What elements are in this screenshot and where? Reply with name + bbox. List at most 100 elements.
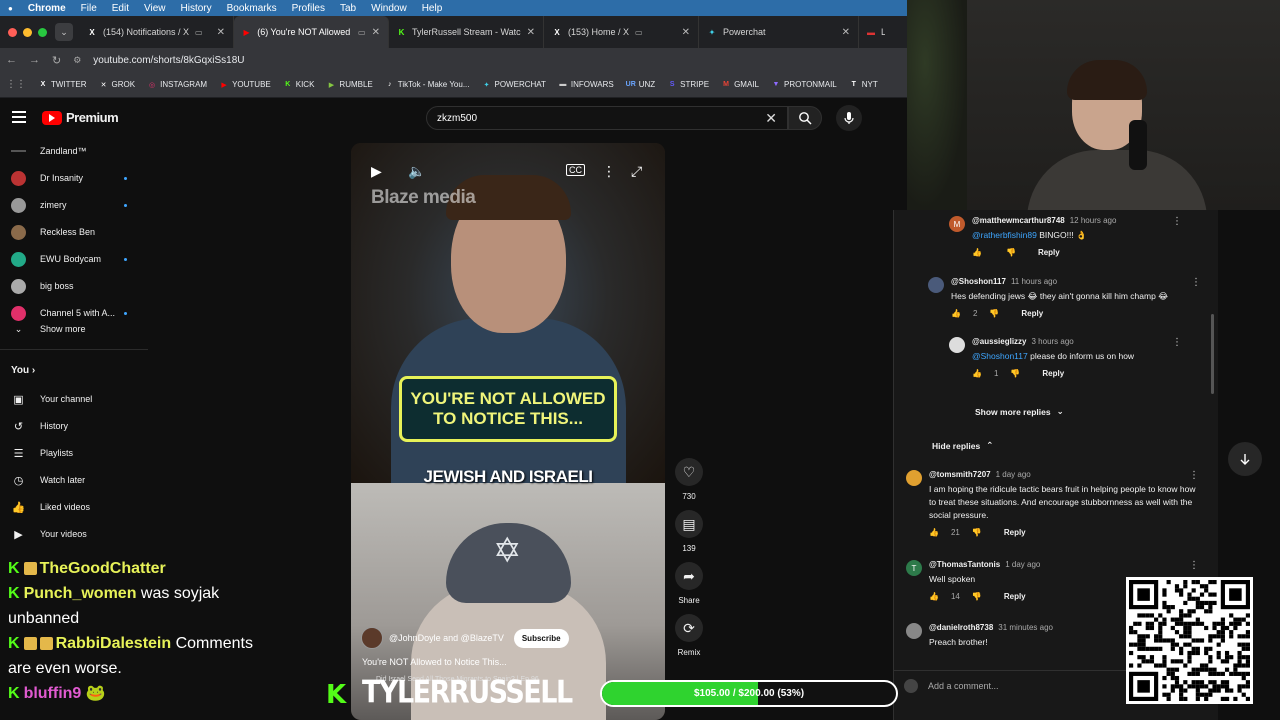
clear-search-icon[interactable]: ✕ xyxy=(765,110,777,127)
like-icon[interactable]: 👍 xyxy=(929,528,939,537)
tab-notifications-x[interactable]: X (154) Notifications / X ▭ ✕ xyxy=(79,16,234,48)
sidebar-item-watch-later[interactable]: ◷ Watch later xyxy=(0,467,148,493)
sidebar-item-playlists[interactable]: ☰ Playlists xyxy=(0,440,148,466)
comment-time[interactable]: 3 hours ago xyxy=(1032,337,1074,346)
bookmark-instagram[interactable]: ◎ INSTAGRAM xyxy=(147,80,207,90)
reply-button[interactable]: Reply xyxy=(1004,592,1026,601)
menu-edit[interactable]: Edit xyxy=(112,3,129,14)
close-window-button[interactable] xyxy=(8,27,17,37)
comment-time[interactable]: 1 day ago xyxy=(1005,560,1040,569)
sidebar-item-your-channel[interactable]: ▣ Your channel xyxy=(0,386,148,412)
captions-icon[interactable]: CC xyxy=(566,164,585,176)
chat-username[interactable]: Punch_women xyxy=(24,585,137,602)
subscribe-button[interactable]: Subscribe xyxy=(513,628,569,648)
sidebar-subscription-5[interactable]: EWU Bodycam xyxy=(0,246,148,272)
close-tab-icon[interactable]: ✕ xyxy=(217,27,225,38)
sidebar-item-history[interactable]: ↺ History xyxy=(0,413,148,439)
dislike-icon[interactable]: 👎 xyxy=(1010,369,1020,378)
sidebar-you-header[interactable]: You › xyxy=(11,365,35,376)
channel-names[interactable]: @JohnDoyle and @BlazeTV xyxy=(389,633,504,643)
shorts-player[interactable]: Blaze media ▶ 🔈 CC ⋮ ⤢ YOU'RE NOT ALLOWE… xyxy=(351,143,665,720)
sidebar-item-your-videos[interactable]: ▶ Your videos xyxy=(0,521,148,547)
sidebar-subscription-2[interactable]: Dr Insanity xyxy=(0,165,148,191)
scroll-down-button[interactable] xyxy=(1228,442,1262,476)
channel-avatar[interactable] xyxy=(361,627,383,649)
chat-username[interactable]: TheGoodChatter xyxy=(40,560,166,577)
menu-view[interactable]: View xyxy=(144,3,166,14)
comment-menu-icon[interactable]: ⋮ xyxy=(1172,337,1182,348)
comment-menu-icon[interactable]: ⋮ xyxy=(1191,277,1201,288)
menu-file[interactable]: File xyxy=(81,3,97,14)
tab-powerchat[interactable]: ✦ Powerchat ✕ xyxy=(699,16,859,48)
action-heart[interactable]: ♡ 730 xyxy=(675,458,703,501)
minimize-window-button[interactable] xyxy=(23,27,32,37)
comment-menu-icon[interactable]: ⋮ xyxy=(1189,560,1199,571)
bookmark-kick[interactable]: K KICK xyxy=(283,80,314,90)
action-remix[interactable]: ⟳ Remix xyxy=(675,614,703,657)
action-comment[interactable]: ▤ 139 xyxy=(675,510,703,553)
play-icon[interactable]: ▶ xyxy=(371,163,382,180)
menu-history[interactable]: History xyxy=(181,3,212,14)
show-more-replies-button[interactable]: Show more replies ⌄ xyxy=(975,406,1064,417)
bookmark-nyt[interactable]: T NYT xyxy=(849,80,878,90)
bookmark-rumble[interactable]: ▶ RUMBLE xyxy=(326,80,373,90)
sidebar-subscription-6[interactable]: big boss xyxy=(0,273,148,299)
tab-home-x[interactable]: X (153) Home / X ▭ ✕ xyxy=(544,16,699,48)
commenter-avatar[interactable] xyxy=(906,623,922,639)
commenter-avatar[interactable] xyxy=(928,277,944,293)
commenter-avatar[interactable] xyxy=(949,337,965,353)
fullscreen-icon[interactable]: ⤢ xyxy=(631,163,642,180)
close-tab-icon[interactable]: ✕ xyxy=(682,27,690,38)
site-info-icon[interactable]: ⚙ xyxy=(73,55,81,66)
bookmark-grok[interactable]: ✕ GROK xyxy=(99,80,136,90)
bookmark-gmail[interactable]: M GMAIL xyxy=(721,80,759,90)
bookmark-infowars[interactable]: ▬ INFOWARS xyxy=(558,80,613,90)
tab-kick-stream[interactable]: K TylerRussell Stream - Watch L ✕ xyxy=(389,16,544,48)
search-button[interactable] xyxy=(788,106,822,130)
bookmark-twitter[interactable]: X TWITTER xyxy=(38,80,87,90)
action-share[interactable]: ➦ Share xyxy=(675,562,703,605)
chat-username[interactable]: bluffin9 xyxy=(24,685,82,702)
dislike-icon[interactable]: 👎 xyxy=(1006,248,1016,257)
volume-icon[interactable]: 🔈 xyxy=(408,163,425,180)
menu-bookmarks[interactable]: Bookmarks xyxy=(227,3,277,14)
youtube-premium-logo[interactable]: Premium xyxy=(42,110,119,125)
sidebar-item-liked-videos[interactable]: 👍 Liked videos xyxy=(0,494,148,520)
menu-profiles[interactable]: Profiles xyxy=(292,3,325,14)
bookmark-unz[interactable]: UR UNZ xyxy=(626,80,656,90)
sidebar-subscription-4[interactable]: Reckless Ben xyxy=(0,219,148,245)
hide-replies-button[interactable]: Hide replies ⌃ xyxy=(932,440,993,451)
forward-arrow-icon[interactable]: → xyxy=(29,54,40,66)
search-input[interactable]: zkzm500 ✕ xyxy=(426,106,788,130)
menubar-app-name[interactable]: Chrome xyxy=(28,3,66,14)
dislike-icon[interactable]: 👎 xyxy=(989,309,999,318)
comment-author[interactable]: @matthewmcarthur8748 xyxy=(972,216,1065,225)
like-icon[interactable]: 👍 xyxy=(972,369,982,378)
like-icon[interactable]: 👍 xyxy=(951,309,961,318)
like-icon[interactable]: 👍 xyxy=(972,248,982,257)
back-arrow-icon[interactable]: ← xyxy=(6,54,17,66)
comments-scrollbar[interactable] xyxy=(1211,314,1214,394)
apps-grid-icon[interactable]: ⋮⋮ xyxy=(6,79,26,90)
comment-menu-icon[interactable]: ⋮ xyxy=(1172,216,1182,227)
bookmark-powerchat[interactable]: ✦ POWERCHAT xyxy=(482,80,546,90)
close-tab-icon[interactable]: ✕ xyxy=(842,27,850,38)
reply-button[interactable]: Reply xyxy=(1021,309,1043,318)
reply-button[interactable]: Reply xyxy=(1004,528,1026,537)
like-icon[interactable]: 👍 xyxy=(929,592,939,601)
tab-youtube-short[interactable]: ▶ (6) You're NOT Allowed to ▭ ✕ xyxy=(234,16,389,48)
url-field[interactable]: youtube.com/shorts/8kGqxiSs18U xyxy=(93,55,244,66)
comment-time[interactable]: 11 hours ago xyxy=(1011,277,1057,286)
comment-author[interactable]: @danielroth8738 xyxy=(929,623,993,632)
sidebar-show-more[interactable]: ⌄ Show more xyxy=(0,316,148,342)
reply-button[interactable]: Reply xyxy=(1038,248,1060,257)
apple-icon[interactable]: ● xyxy=(8,4,13,13)
zoom-window-button[interactable] xyxy=(38,27,47,37)
reload-icon[interactable]: ↻ xyxy=(52,54,61,67)
comment-mention[interactable]: @ratherbfishin89 xyxy=(972,230,1037,240)
bookmark-protonmail[interactable]: ▼ PROTONMAIL xyxy=(771,80,837,90)
comment-time[interactable]: 12 hours ago xyxy=(1070,216,1117,225)
comment-menu-icon[interactable]: ⋮ xyxy=(1189,470,1199,481)
more-options-icon[interactable]: ⋮ xyxy=(602,163,616,180)
dislike-icon[interactable]: 👎 xyxy=(972,528,982,537)
